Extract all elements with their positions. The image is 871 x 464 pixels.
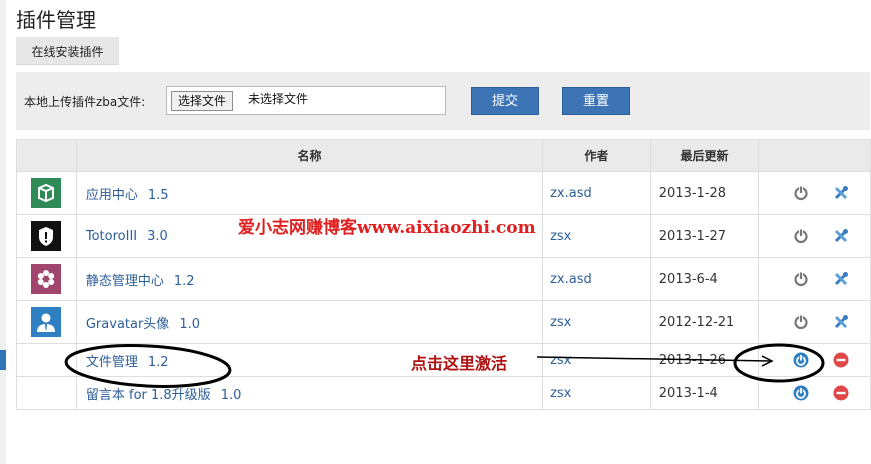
plugin-version: 1.5: [147, 187, 169, 203]
plugin-name[interactable]: Gravatar头像: [86, 317, 169, 332]
plugin-name[interactable]: 文件管理: [86, 355, 138, 370]
submit-button[interactable]: 提交: [471, 87, 539, 115]
plugin-date: 2013-1-4: [649, 376, 760, 410]
power-on-icon[interactable]: [793, 385, 809, 401]
delete-icon[interactable]: [833, 385, 849, 401]
app-center-icon: [31, 178, 62, 208]
power-off-icon[interactable]: [793, 185, 809, 201]
online-install-button[interactable]: 在线安装插件: [16, 37, 119, 65]
plugin-version: 1.0: [179, 316, 200, 332]
plugin-author[interactable]: zsx: [542, 343, 651, 377]
plugin-author[interactable]: zsx: [542, 214, 651, 258]
upload-label: 本地上传插件zba文件:: [24, 95, 146, 109]
table-row: 应用中心 1.5 zx.asd 2013-1-28: [16, 171, 871, 215]
header-name: 名称: [75, 139, 544, 172]
power-off-icon[interactable]: [793, 314, 809, 330]
choose-file-button[interactable]: 选择文件: [171, 91, 234, 111]
header-icon: [16, 139, 77, 172]
plugin-version: 1.2: [147, 354, 169, 370]
flower-icon: [31, 264, 62, 294]
power-off-icon[interactable]: [793, 228, 809, 244]
plugin-author[interactable]: zx.asd: [542, 171, 651, 215]
annotation-text: 点击这里激活: [411, 354, 508, 373]
header-updated: 最后更新: [649, 139, 760, 172]
table-header-row: 名称 作者 最后更新: [16, 139, 871, 172]
settings-tools-icon[interactable]: [833, 228, 849, 244]
plugin-date: 2013-6-4: [649, 257, 760, 301]
power-on-icon[interactable]: [793, 352, 809, 368]
plugin-version: 1.0: [220, 387, 242, 403]
plugin-date: 2012-12-21: [649, 300, 760, 344]
plugin-author[interactable]: zsx: [542, 300, 651, 344]
plugin-date: 2013-1-26: [649, 343, 760, 377]
file-input[interactable]: 选择文件 未选择文件: [166, 86, 446, 115]
plugin-date: 2013-1-28: [649, 171, 760, 215]
table-row: Gravatar头像 1.0 zsx 2012-12-21: [16, 300, 871, 344]
delete-icon[interactable]: [833, 352, 849, 368]
watermark-text: 爱小志网赚博客www.aixiaozhi.com: [238, 218, 536, 238]
header-actions: [758, 139, 871, 172]
left-sidebar-strip: [0, 0, 6, 464]
shield-icon: [31, 221, 62, 251]
plugin-version: 3.0: [147, 228, 168, 244]
upload-panel: 本地上传插件zba文件: 选择文件 未选择文件 提交 重置: [16, 72, 870, 130]
file-status-text: 未选择文件: [248, 92, 309, 106]
table-row: 静态管理中心 1.2 zx.asd 2013-6-4: [16, 257, 871, 301]
sidebar-active-marker: [0, 350, 6, 370]
plugin-version: 1.2: [173, 273, 195, 289]
plugin-name[interactable]: 静态管理中心: [86, 274, 164, 289]
settings-tools-icon[interactable]: [833, 271, 849, 287]
plugin-name[interactable]: 应用中心: [86, 188, 138, 203]
plugin-author[interactable]: zsx: [542, 376, 651, 410]
plugin-name[interactable]: 留言本 for 1.8升级版: [86, 388, 211, 403]
page-title: 插件管理: [16, 8, 96, 32]
avatar-icon: [31, 307, 62, 337]
table-row: 留言本 for 1.8升级版 1.0 zsx 2013-1-4: [16, 376, 871, 410]
plugin-name[interactable]: TotoroIII: [86, 229, 137, 244]
settings-tools-icon[interactable]: [833, 185, 849, 201]
plugin-date: 2013-1-27: [649, 214, 760, 258]
power-off-icon[interactable]: [793, 271, 809, 287]
reset-button[interactable]: 重置: [562, 87, 630, 115]
settings-tools-icon[interactable]: [833, 314, 849, 330]
header-author: 作者: [542, 139, 651, 172]
plugin-author[interactable]: zx.asd: [542, 257, 651, 301]
